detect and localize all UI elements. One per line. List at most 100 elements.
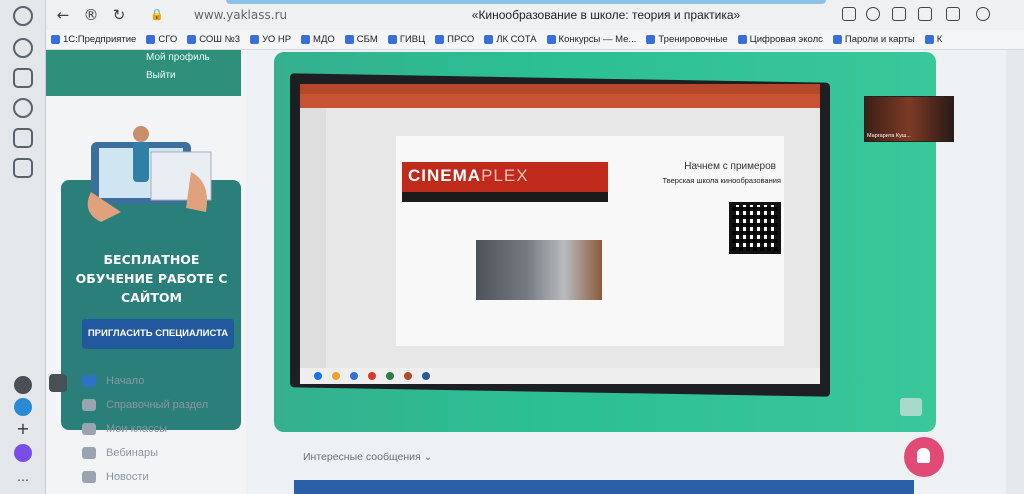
telegram-icon[interactable] bbox=[14, 398, 32, 416]
bookmark-favicon-icon bbox=[546, 35, 556, 44]
bookmark-favicon-icon bbox=[832, 35, 842, 44]
back-icon[interactable]: ← bbox=[52, 4, 74, 26]
bookmark-item[interactable]: Тренировочные bbox=[641, 31, 732, 49]
bookmark-icon[interactable] bbox=[892, 7, 906, 21]
add-panel-icon[interactable]: + bbox=[14, 420, 32, 438]
lock-icon: 🔒 bbox=[150, 8, 164, 21]
edge-icon bbox=[350, 372, 358, 380]
bookmark-item[interactable]: МДО bbox=[296, 31, 340, 49]
bookmark-favicon-icon bbox=[187, 35, 197, 44]
participant-name: Маргарита Куш... bbox=[867, 133, 911, 139]
news-icon bbox=[82, 471, 96, 483]
bookmark-favicon-icon bbox=[646, 35, 656, 44]
history-icon[interactable] bbox=[13, 38, 33, 58]
bookmark-item[interactable]: ГИВЦ bbox=[383, 31, 430, 49]
notification-bell-icon[interactable] bbox=[904, 437, 944, 477]
classroom-photo bbox=[476, 240, 602, 300]
bookmark-item[interactable]: Пароли и карты bbox=[828, 31, 920, 49]
bookmark-favicon-icon bbox=[301, 35, 311, 44]
yandex-icon[interactable]: ® bbox=[80, 4, 102, 26]
logo-part: CINEMA bbox=[408, 166, 482, 185]
logout-link[interactable]: Выйти bbox=[146, 70, 176, 81]
bookmark-favicon-icon bbox=[344, 35, 354, 44]
headphones-icon[interactable] bbox=[866, 7, 880, 21]
promo-text: БЕСПЛАТНОЕ ОБУЧЕНИЕ РАБОТЕ С САЙТОМ bbox=[75, 252, 228, 305]
bookmark-item[interactable]: ЛК СОТА bbox=[479, 31, 541, 49]
bookmark-item[interactable]: СБМ bbox=[340, 31, 383, 49]
tab-strip bbox=[226, 0, 826, 4]
collections-icon[interactable] bbox=[13, 68, 33, 88]
page-title: «Кинообразование в школе: теория и практ… bbox=[471, 8, 741, 22]
address-bar[interactable]: www.yaklass.ru bbox=[194, 5, 434, 25]
chevron-down-icon: ⌄ bbox=[423, 451, 433, 463]
slide-subtitle: Тверская школа кинообразования bbox=[662, 176, 781, 185]
help-icon bbox=[82, 399, 96, 411]
slide: CINEMAPLEX Начнем с примеров Тверская шк… bbox=[396, 136, 784, 346]
bookmark-item[interactable]: СОШ №3 bbox=[182, 31, 245, 49]
sidebar-item-label: Справочный раздел bbox=[106, 399, 209, 411]
sidebar-item-label: Вебинары bbox=[106, 447, 158, 459]
bookmark-label: 1С:Предприятие bbox=[63, 34, 137, 45]
bookmark-label: ПРСО bbox=[447, 34, 475, 45]
participant-camera[interactable]: Маргарита Куш... bbox=[864, 96, 954, 142]
slide-heading: Начнем с примеров bbox=[684, 161, 776, 172]
bookmark-favicon-icon bbox=[51, 35, 60, 44]
my-profile-link[interactable]: Мой профиль bbox=[146, 52, 210, 63]
bookmark-item[interactable]: Конкурсы — Ме... bbox=[542, 31, 642, 49]
sidebar-item-classes[interactable]: Мои классы bbox=[82, 418, 242, 440]
collapse-icon[interactable] bbox=[49, 374, 67, 392]
sidebar-item-home[interactable]: Начало bbox=[82, 370, 242, 392]
excel-icon bbox=[386, 372, 394, 380]
media-icon[interactable] bbox=[13, 98, 33, 118]
alice-icon[interactable] bbox=[14, 444, 32, 462]
scrollbar[interactable] bbox=[1006, 50, 1024, 494]
message-preview-bar[interactable] bbox=[294, 480, 914, 494]
sidebar-item-news[interactable]: Новости bbox=[82, 466, 242, 488]
bookmark-item[interactable]: СГО bbox=[141, 31, 182, 49]
bookmark-label: СОШ №3 bbox=[199, 34, 241, 45]
dropdown-label: Интересные сообщения bbox=[303, 451, 421, 463]
reader-icon[interactable] bbox=[842, 7, 856, 21]
bookmark-label: ЛК СОТА bbox=[496, 34, 537, 45]
sidebar-item-webinars[interactable]: Вебинары bbox=[82, 442, 242, 464]
windows-taskbar bbox=[300, 368, 820, 384]
browser-toolbar: ← ® ↻ 🔒 www.yaklass.ru «Кинообразование … bbox=[46, 0, 1024, 30]
bookmark-label: Пароли и карты bbox=[844, 34, 915, 45]
bookmark-item[interactable]: Цифровая эколс bbox=[733, 31, 828, 49]
bookmark-favicon-icon bbox=[435, 35, 445, 44]
sidebar-item-label: Мои классы bbox=[106, 423, 167, 435]
bookmark-favicon-icon bbox=[250, 35, 260, 44]
bookmark-item[interactable]: 1С:Предприятие bbox=[46, 31, 141, 49]
download-icon[interactable] bbox=[976, 7, 990, 21]
bookmark-label: МДО bbox=[313, 34, 335, 45]
sidebar-item-label: Начало bbox=[106, 375, 145, 387]
notifications-icon[interactable] bbox=[13, 6, 33, 26]
cinemaplex-menu bbox=[402, 192, 608, 202]
notes-icon[interactable] bbox=[13, 128, 33, 148]
extensions-icon[interactable] bbox=[946, 7, 960, 21]
site-sidebar: Мой профиль Выйти БЕСПЛАТНОЕ ОБУЧЕНИЕ РА… bbox=[46, 50, 246, 494]
bookmark-item[interactable]: УО НР bbox=[245, 31, 296, 49]
explorer-icon bbox=[332, 372, 340, 380]
bookmark-item[interactable]: ПРСО bbox=[430, 31, 479, 49]
bookmark-label: ГИВЦ bbox=[399, 34, 426, 45]
browser-sidebar: + … bbox=[0, 0, 46, 494]
classes-icon bbox=[82, 423, 96, 435]
start-icon bbox=[314, 372, 322, 380]
bookmark-favicon-icon bbox=[146, 35, 156, 44]
invite-specialist-button[interactable]: ПРИГЛАСИТЬ СПЕЦИАЛИСТА bbox=[82, 319, 234, 349]
interesting-messages-dropdown[interactable]: Интересные сообщения ⌄ bbox=[303, 451, 432, 463]
reload-icon[interactable]: ↻ bbox=[108, 4, 130, 26]
shared-presentation: CINEMAPLEX Начнем с примеров Тверская шк… bbox=[300, 84, 820, 384]
word-icon bbox=[422, 372, 430, 380]
apps-icon[interactable] bbox=[13, 158, 33, 178]
more-icon[interactable]: … bbox=[14, 468, 32, 486]
bookmark-item[interactable]: К bbox=[920, 31, 948, 49]
sidebar-item-reference[interactable]: Справочный раздел bbox=[82, 394, 242, 416]
share-icon[interactable] bbox=[918, 7, 932, 21]
bookmark-favicon-icon bbox=[484, 35, 494, 44]
chat-icon[interactable] bbox=[900, 398, 922, 416]
bookmark-label: Тренировочные bbox=[658, 34, 728, 45]
extension-icon[interactable] bbox=[14, 376, 32, 394]
bookmark-label: СГО bbox=[158, 34, 178, 45]
